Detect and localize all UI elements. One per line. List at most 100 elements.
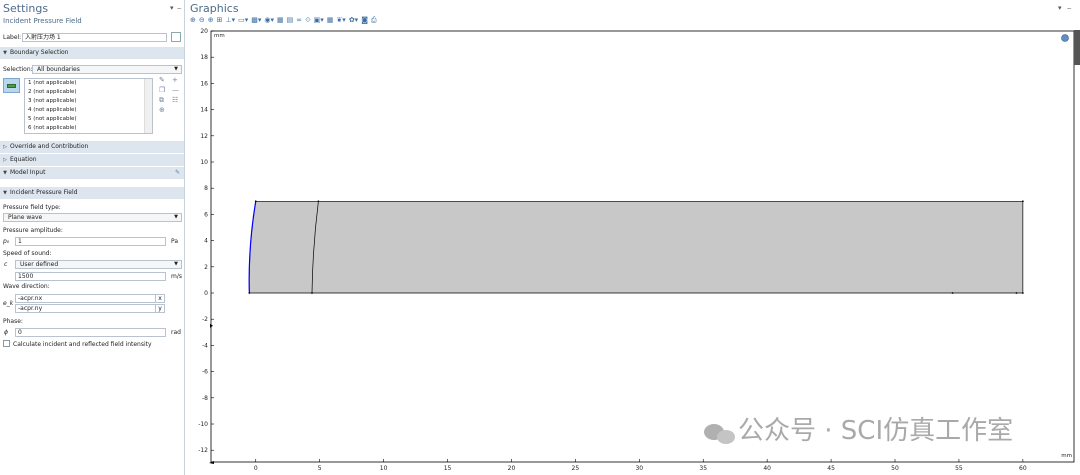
pressure-amplitude-symbol: p₀ [3, 238, 10, 245]
list-item[interactable]: 1 (not applicable) [25, 79, 152, 88]
collapse-icon: ▼ [3, 170, 7, 176]
vertical-scrollbar[interactable] [1074, 30, 1080, 65]
pressure-field-type-dropdown[interactable]: Plane wave ▼ [3, 213, 182, 222]
x-tick-label: 0 [254, 465, 258, 472]
x-tick-label: 20 [508, 465, 516, 472]
y-tick-label: 18 [200, 54, 208, 61]
list-scrollbar[interactable] [144, 79, 152, 133]
x-tick-label: 50 [891, 465, 899, 472]
section-override[interactable]: ▷ Override and Contribution [0, 141, 184, 153]
pressure-amplitude-unit: Pa [171, 238, 179, 245]
chevron-down-icon: ▼ [174, 214, 178, 220]
section-title: Boundary Selection [10, 49, 69, 56]
phase-symbol: ϕ [4, 329, 8, 336]
list-icon[interactable]: ☷ [172, 96, 178, 104]
graphics-toolbar: ⊕ ⊖ ⊕ ⊞ ⊥▾ ▭▾ ▩▾ ◉▾ ▦ ▤ ∞ ⟐ ▣▾ ▦ ❦▾ ✿▾ ◙… [190, 15, 377, 25]
section-boundary-selection[interactable]: ▼ Boundary Selection [0, 47, 184, 59]
remove-icon[interactable]: — [172, 86, 179, 94]
list-item[interactable]: 4 (not applicable) [25, 106, 152, 115]
list-item[interactable]: 3 (not applicable) [25, 97, 152, 106]
x-tick-label: 30 [635, 465, 643, 472]
boundary-list[interactable]: 1 (not applicable) 2 (not applicable) 3 … [24, 78, 153, 134]
speed-type-dropdown[interactable]: User defined ▼ [15, 260, 182, 269]
settings-title: Settings [3, 2, 49, 15]
wireframe-icon[interactable]: ▤ [287, 15, 294, 25]
selection-dropdown[interactable]: All boundaries ▼ [32, 65, 182, 74]
settings-subtitle: Incident Pressure Field [3, 17, 82, 25]
zoom-box-icon[interactable]: ⊕ [208, 15, 214, 25]
phase-caption: Phase: [3, 318, 23, 325]
x-tick-label: 15 [444, 465, 452, 472]
expand-icon: ▷ [3, 157, 7, 163]
y-tick-label: 8 [204, 185, 208, 192]
section-equation[interactable]: ▷ Equation [0, 154, 184, 166]
vertex-point [1021, 200, 1024, 203]
intensity-checkbox[interactable] [3, 340, 10, 347]
geometry-plot[interactable]: 20181614121086420-2-4-6-8-10-120 5 10 15 20 2… [186, 25, 1080, 475]
vertex-point [311, 292, 313, 294]
phase-field[interactable]: 0 [15, 328, 166, 337]
close-icon[interactable]: ‒ [177, 4, 181, 12]
speed-field[interactable]: 1500 [15, 272, 166, 281]
boundary-selection-icon[interactable] [3, 78, 20, 93]
pin-icon[interactable]: ▾ [1058, 4, 1062, 12]
collapse-icon: ▼ [3, 190, 7, 196]
y-tick-label: -8 [202, 395, 208, 402]
x-tick-label: 60 [1019, 465, 1027, 472]
speed-symbol: c [4, 261, 8, 268]
section-incident-pressure[interactable]: ▼ Incident Pressure Field [0, 187, 184, 199]
section-title: Override and Contribution [10, 143, 89, 150]
chevron-down-icon: ▼ [174, 261, 178, 267]
x-tick-label: 10 [380, 465, 388, 472]
settings-icon[interactable]: ▣▾ [314, 15, 324, 25]
wave-direction-y-field[interactable]: -acpr.ny [15, 304, 156, 313]
zoom-out-icon[interactable]: ⊖ [199, 15, 205, 25]
add-icon[interactable]: + [172, 76, 178, 84]
label-caption: Label: [3, 34, 22, 41]
render-icon[interactable]: ∞ [296, 15, 302, 25]
reset-label-icon[interactable] [171, 32, 181, 42]
wave-direction-x-field[interactable]: -acpr.nx [15, 294, 156, 303]
zoom-selection-icon[interactable]: ⊕ [159, 106, 165, 114]
close-icon[interactable]: ‒ [1067, 4, 1071, 12]
paste-icon[interactable]: ⧉ [159, 96, 164, 105]
section-model-input[interactable]: ▼ Model Input ✎ [0, 167, 184, 179]
select-icon[interactable]: ▭▾ [238, 15, 248, 25]
y-tick-label: -4 [202, 342, 208, 349]
pencil-icon[interactable]: ✎ [159, 76, 165, 84]
collapse-icon: ▼ [3, 50, 7, 56]
domain-region [248, 200, 1024, 294]
label-field[interactable]: 入射压力场 1 [22, 33, 167, 42]
speed-caption: Speed of sound: [3, 250, 52, 257]
chevron-down-icon: ▼ [174, 66, 178, 72]
pressure-field-type-value: Plane wave [8, 214, 43, 221]
x-tick-label: 55 [955, 465, 963, 472]
screenshot-icon[interactable]: ◙ [361, 15, 368, 25]
print-icon[interactable]: ⎙ [371, 15, 377, 25]
list-item[interactable]: 2 (not applicable) [25, 88, 152, 97]
x-tick-label: 5 [318, 465, 322, 472]
section-title: Equation [10, 156, 37, 163]
phase-unit: rad [171, 329, 181, 336]
pressure-amplitude-field[interactable]: 1 [15, 237, 166, 246]
settings-panel: Settings Incident Pressure Field ▾ ‒ Lab… [0, 0, 185, 475]
grid-icon[interactable]: ▦ [277, 15, 284, 25]
axis-icon[interactable]: ⊥▾ [226, 15, 236, 25]
pin-icon[interactable]: ▾ [170, 4, 174, 12]
zoom-extents-icon[interactable]: ⊞ [217, 15, 223, 25]
copy-icon[interactable]: ❐ [159, 86, 165, 94]
zoom-in-icon[interactable]: ⊕ [190, 15, 196, 25]
y-unit-label: mm [214, 33, 225, 39]
list-item[interactable]: 6 (not applicable) [25, 124, 152, 133]
y-tick-label: -6 [202, 369, 208, 376]
transparency-icon[interactable]: ⟐ [305, 15, 311, 25]
edit-icon[interactable]: ✎ [175, 167, 180, 179]
color-icon[interactable]: ▦ [327, 15, 334, 25]
list-item[interactable]: 5 (not applicable) [25, 115, 152, 124]
view-icon[interactable]: ▩▾ [251, 15, 261, 25]
palette-icon[interactable]: ❦▾ [336, 15, 345, 25]
gear-icon[interactable]: ✿▾ [349, 15, 358, 25]
vertex-point [1021, 292, 1024, 294]
camera-icon[interactable]: ◉▾ [264, 15, 274, 25]
wave-direction-symbol: e_k [3, 300, 14, 307]
